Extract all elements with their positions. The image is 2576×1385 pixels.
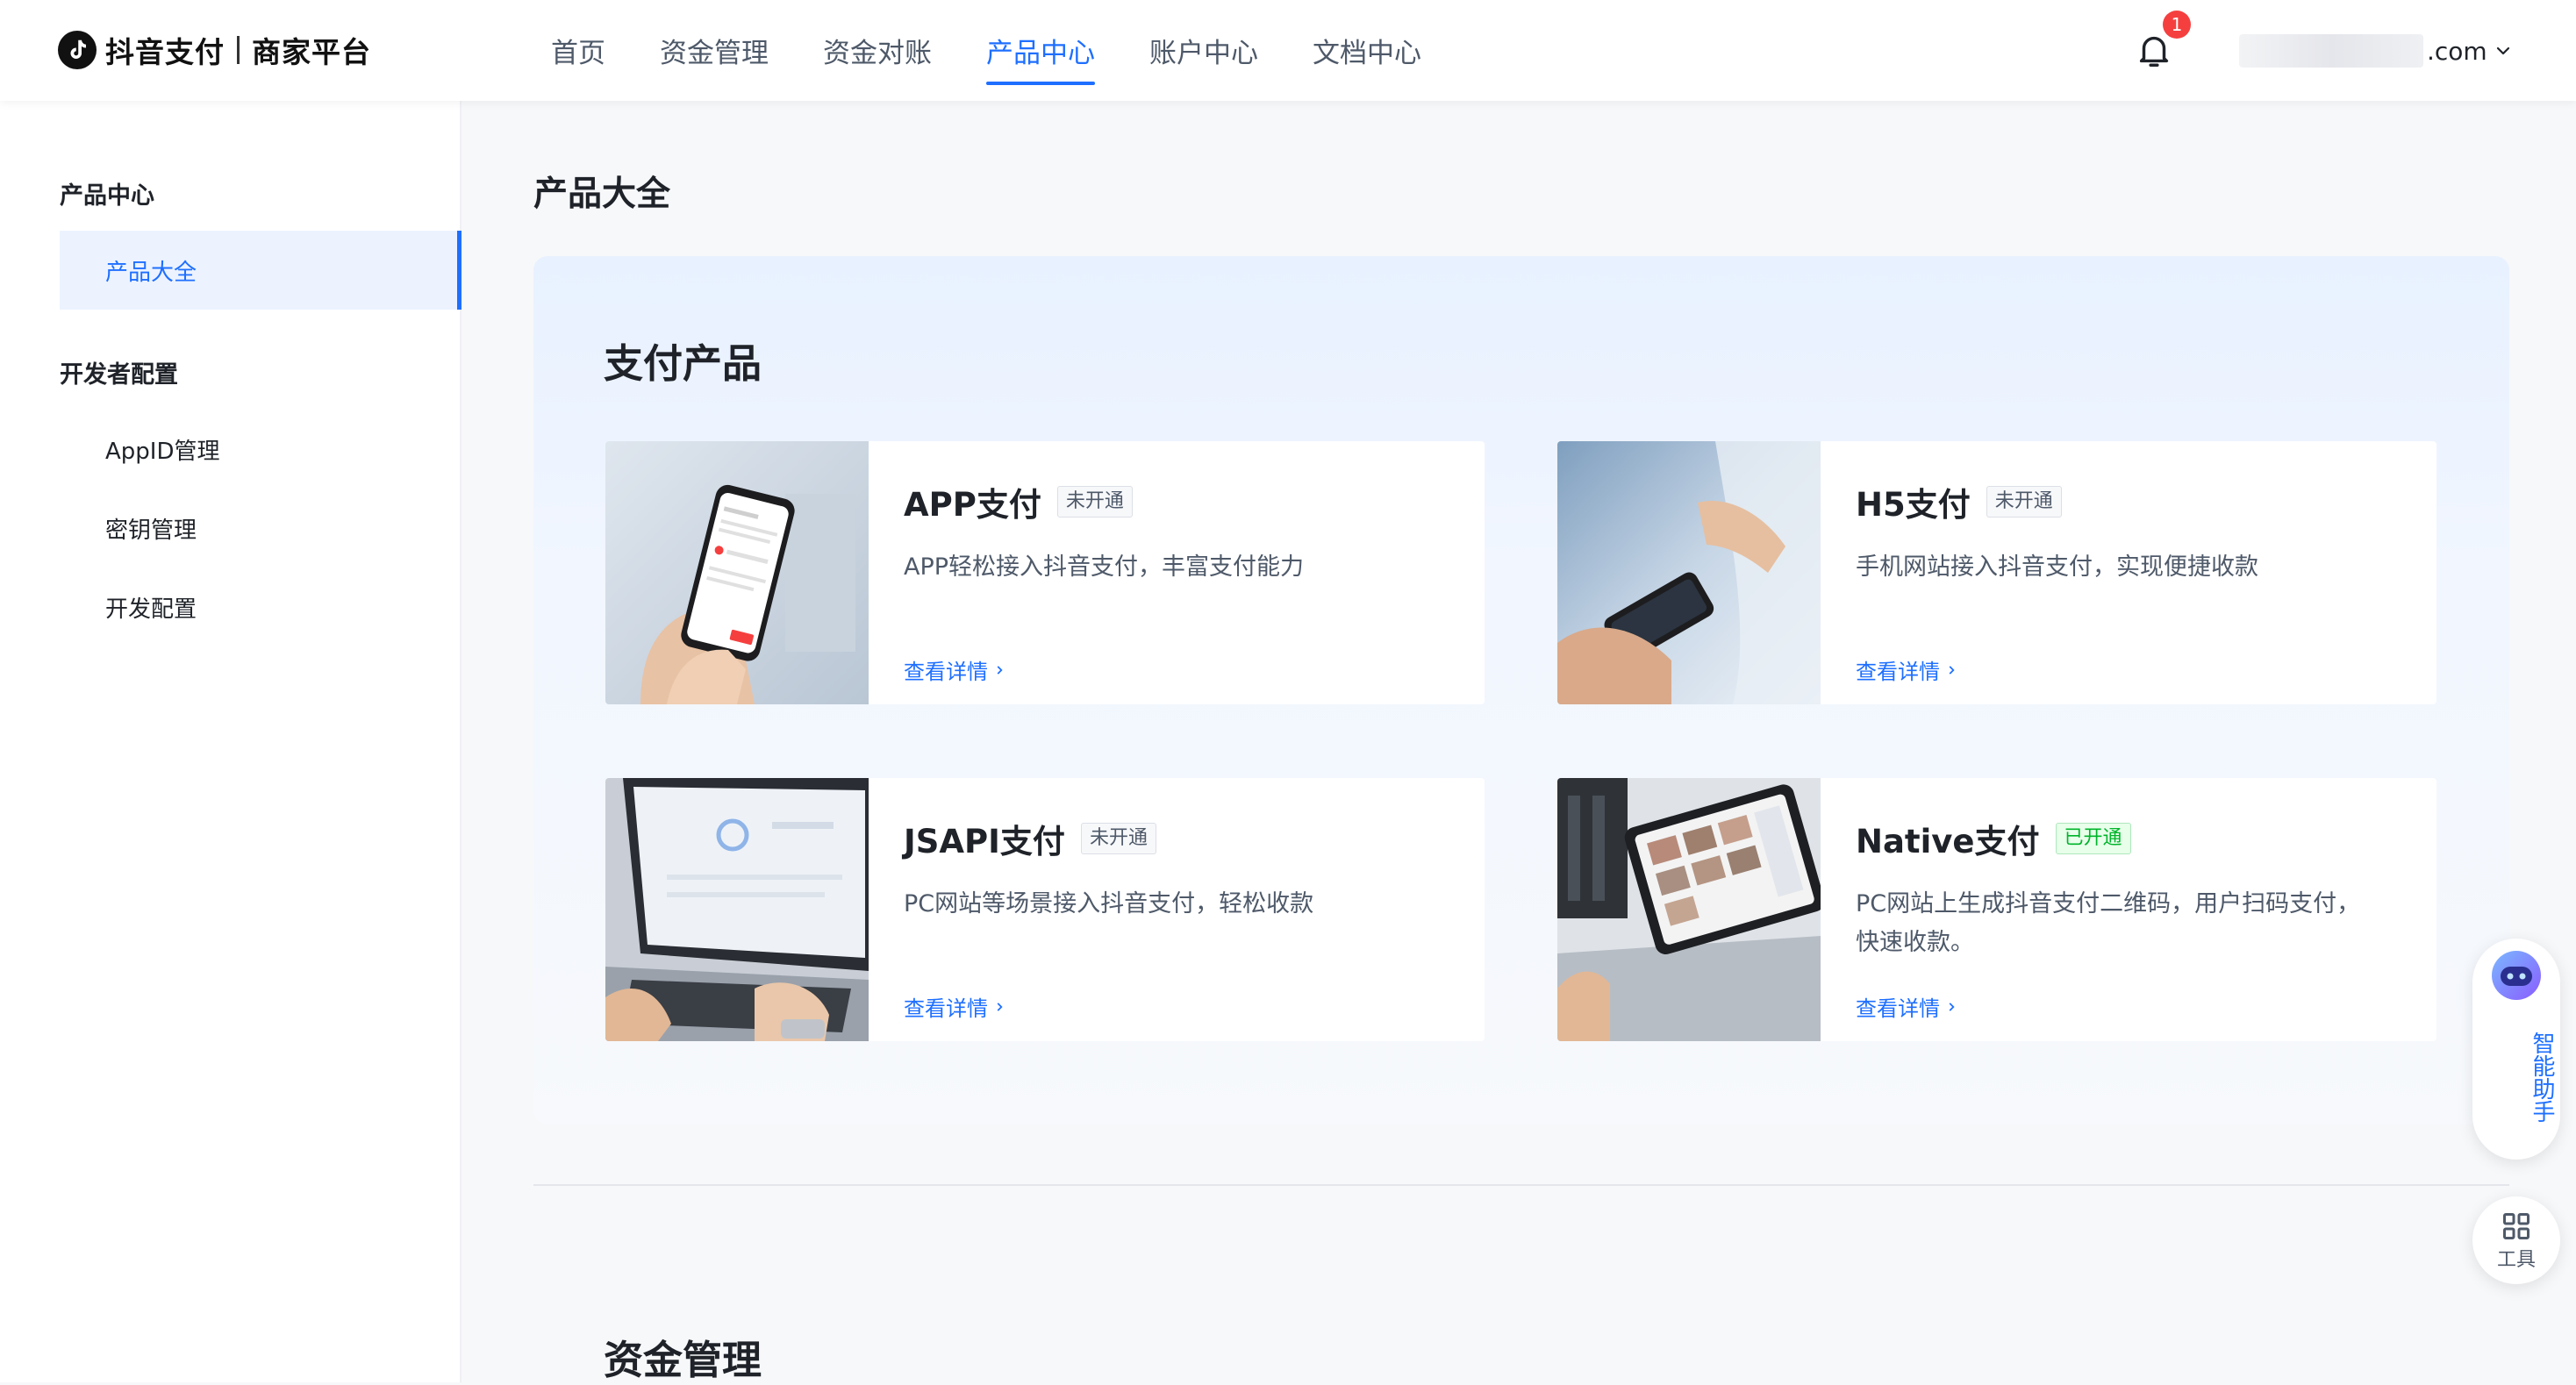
notification-badge: 1: [2163, 11, 2191, 39]
card-description: PC网站上生成抖音支付二维码，用户扫码支付，快速收款。: [1856, 890, 2361, 956]
card-title: APP支付: [904, 486, 1041, 524]
sidebar-item-appid[interactable]: AppID管理: [60, 410, 462, 489]
laptop-typing-image: [605, 778, 869, 1041]
account-menu[interactable]: .com: [2239, 32, 2514, 70]
top-header: 抖音支付 商家平台 首页 资金管理 资金对账 产品中心 账户中心 文档中心 1 …: [0, 0, 2576, 101]
section-divider: [533, 1184, 2509, 1186]
logo[interactable]: 抖音支付 商家平台: [58, 30, 371, 70]
status-badge: 未开通: [1056, 486, 1133, 518]
chevron-down-icon: [2496, 46, 2509, 55]
tools-button[interactable]: 工具: [2472, 1196, 2560, 1284]
sidebar: 产品中心 产品大全 开发者配置 AppID管理 密钥管理 开发配置: [0, 101, 462, 1382]
nav-doc-center[interactable]: 文档中心: [1313, 0, 1421, 101]
sidebar-group-developer-config: 开发者配置: [60, 361, 178, 389]
phone-in-hand-image: [605, 441, 869, 704]
status-badge: 已开通: [2055, 823, 2131, 854]
sidebar-group-product-center: 产品中心: [60, 182, 154, 210]
tools-label: 工具: [2496, 1249, 2536, 1271]
card-body: APP支付 未开通 APP轻松接入抖音支付，丰富支付能力 查看详情: [869, 441, 1485, 704]
robot-assistant-icon: [2492, 951, 2541, 1000]
page-title: 产品大全: [533, 175, 671, 214]
status-badge: 未开通: [1080, 823, 1156, 854]
status-badge: 未开通: [1986, 486, 2062, 518]
section-title-funds: 资金管理: [604, 1337, 762, 1383]
chevron-right-icon: [997, 1002, 1003, 1011]
chevron-right-icon: [997, 665, 1003, 675]
tablet-pos-image: [1557, 778, 1821, 1041]
logo-divider: [237, 36, 240, 64]
product-card-jsapi[interactable]: JSAPI支付 未开通 PC网站等场景接入抖音支付，轻松收款 查看详情: [605, 778, 1485, 1041]
card-body: JSAPI支付 未开通 PC网站等场景接入抖音支付，轻松收款 查看详情: [869, 778, 1485, 1041]
card-description: 手机网站接入抖音支付，实现便捷收款: [1856, 553, 2258, 581]
product-card-native[interactable]: Native支付 已开通 PC网站上生成抖音支付二维码，用户扫码支付，快速收款。…: [1557, 778, 2436, 1041]
nav-account-center[interactable]: 账户中心: [1149, 0, 1258, 101]
card-description: PC网站等场景接入抖音支付，轻松收款: [904, 890, 1314, 917]
sidebar-item-all-products[interactable]: 产品大全: [60, 231, 462, 310]
product-card-app[interactable]: APP支付 未开通 APP轻松接入抖音支付，丰富支付能力 查看详情: [605, 441, 1485, 704]
card-title: H5支付: [1856, 486, 1971, 524]
view-details-label: 查看详情: [1856, 996, 1940, 1021]
view-details-link[interactable]: 查看详情: [904, 991, 1005, 1022]
nav-fund-reconciliation[interactable]: 资金对账: [823, 0, 932, 101]
view-details-link[interactable]: 查看详情: [1856, 654, 1957, 685]
top-nav: 首页 资金管理 资金对账 产品中心 账户中心 文档中心: [551, 0, 1476, 101]
card-body: H5支付 未开通 手机网站接入抖音支付，实现便捷收款 查看详情: [1821, 441, 2436, 704]
nav-fund-management[interactable]: 资金管理: [660, 0, 769, 101]
view-details-label: 查看详情: [1856, 660, 1940, 684]
product-card-h5[interactable]: H5支付 未开通 手机网站接入抖音支付，实现便捷收款 查看详情: [1557, 441, 2436, 704]
chevron-right-icon: [1949, 1002, 1955, 1011]
view-details-label: 查看详情: [904, 996, 988, 1021]
brand-name: 抖音支付: [105, 35, 225, 69]
chevron-right-icon: [1949, 665, 1955, 675]
phone-handover-image: [1557, 441, 1821, 704]
view-details-label: 查看详情: [904, 660, 988, 684]
card-title: Native支付: [1856, 823, 2040, 860]
brand-subtitle: 商家平台: [252, 35, 371, 69]
view-details-link[interactable]: 查看详情: [1856, 991, 1957, 1022]
card-body: Native支付 已开通 PC网站上生成抖音支付二维码，用户扫码支付，快速收款。…: [1821, 778, 2436, 1041]
account-name-masked: [2239, 34, 2423, 68]
smart-assistant-button[interactable]: 智能助手: [2472, 939, 2560, 1160]
account-domain: .com: [2427, 36, 2487, 66]
card-title: JSAPI支付: [904, 823, 1065, 860]
card-description: APP轻松接入抖音支付，丰富支付能力: [904, 553, 1305, 581]
sidebar-item-dev-config[interactable]: 开发配置: [60, 568, 462, 646]
sidebar-item-keys[interactable]: 密钥管理: [60, 489, 462, 568]
nav-home[interactable]: 首页: [551, 0, 605, 101]
nav-product-center[interactable]: 产品中心: [986, 0, 1095, 101]
douyin-logo-icon: [58, 31, 97, 69]
section-title-payment: 支付产品: [604, 340, 762, 387]
view-details-link[interactable]: 查看详情: [904, 654, 1005, 685]
grid-icon: [2503, 1213, 2529, 1239]
assistant-label: 智能助手: [2529, 1032, 2555, 1123]
